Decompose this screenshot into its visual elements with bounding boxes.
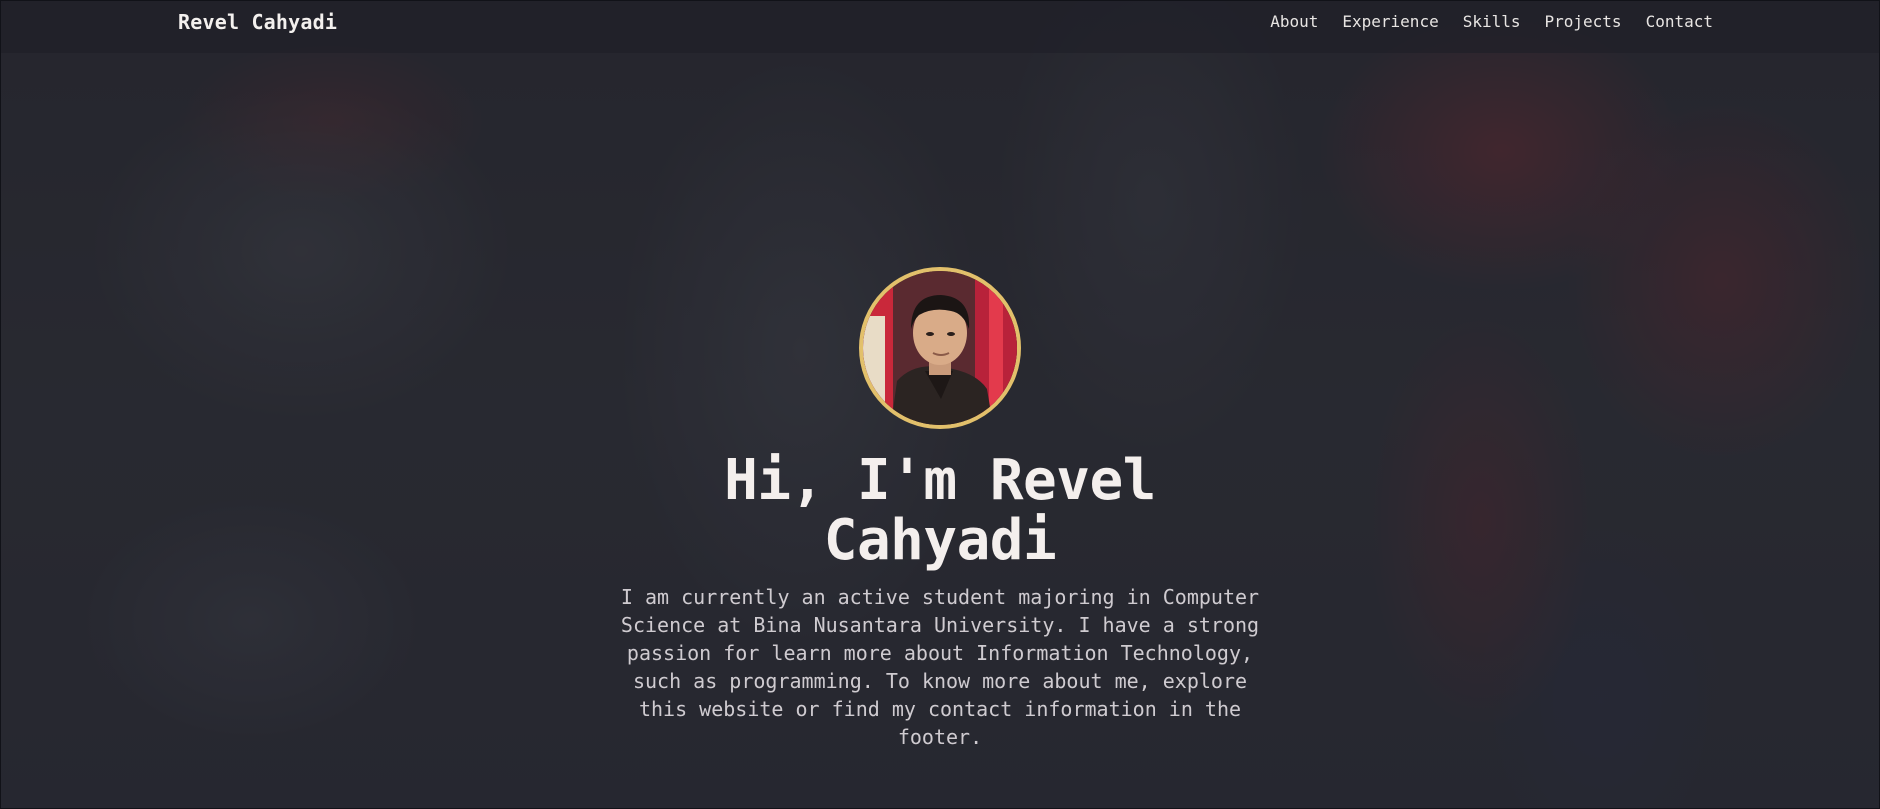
page: Revel Cahyadi About Experience Skills Pr… (0, 0, 1880, 809)
nav-link-projects[interactable]: Projects (1545, 12, 1622, 31)
avatar-portrait-image (863, 271, 1017, 425)
brand-logo-link[interactable]: Revel Cahyadi (178, 10, 337, 34)
nav-link-experience[interactable]: Experience (1342, 12, 1438, 31)
hero-title: Hi, I'm Revel Cahyadi (724, 448, 1156, 573)
nav-item-experience: Experience (1342, 12, 1438, 31)
nav-link-contact[interactable]: Contact (1646, 12, 1713, 31)
hero-section: Hi, I'm Revel Cahyadi I am currently an … (1, 267, 1879, 751)
avatar (859, 267, 1021, 429)
hero-description: I am currently an active student majorin… (620, 585, 1260, 749)
nav-item-projects: Projects (1545, 12, 1622, 31)
nav-item-about: About (1270, 12, 1318, 31)
nav-item-skills: Skills (1463, 12, 1521, 31)
navbar: Revel Cahyadi About Experience Skills Pr… (1, 1, 1879, 53)
nav-links: About Experience Skills Projects Contact (1270, 12, 1713, 31)
nav-link-about[interactable]: About (1270, 12, 1318, 31)
nav-link-skills[interactable]: Skills (1463, 12, 1521, 31)
nav-item-contact: Contact (1646, 12, 1713, 31)
